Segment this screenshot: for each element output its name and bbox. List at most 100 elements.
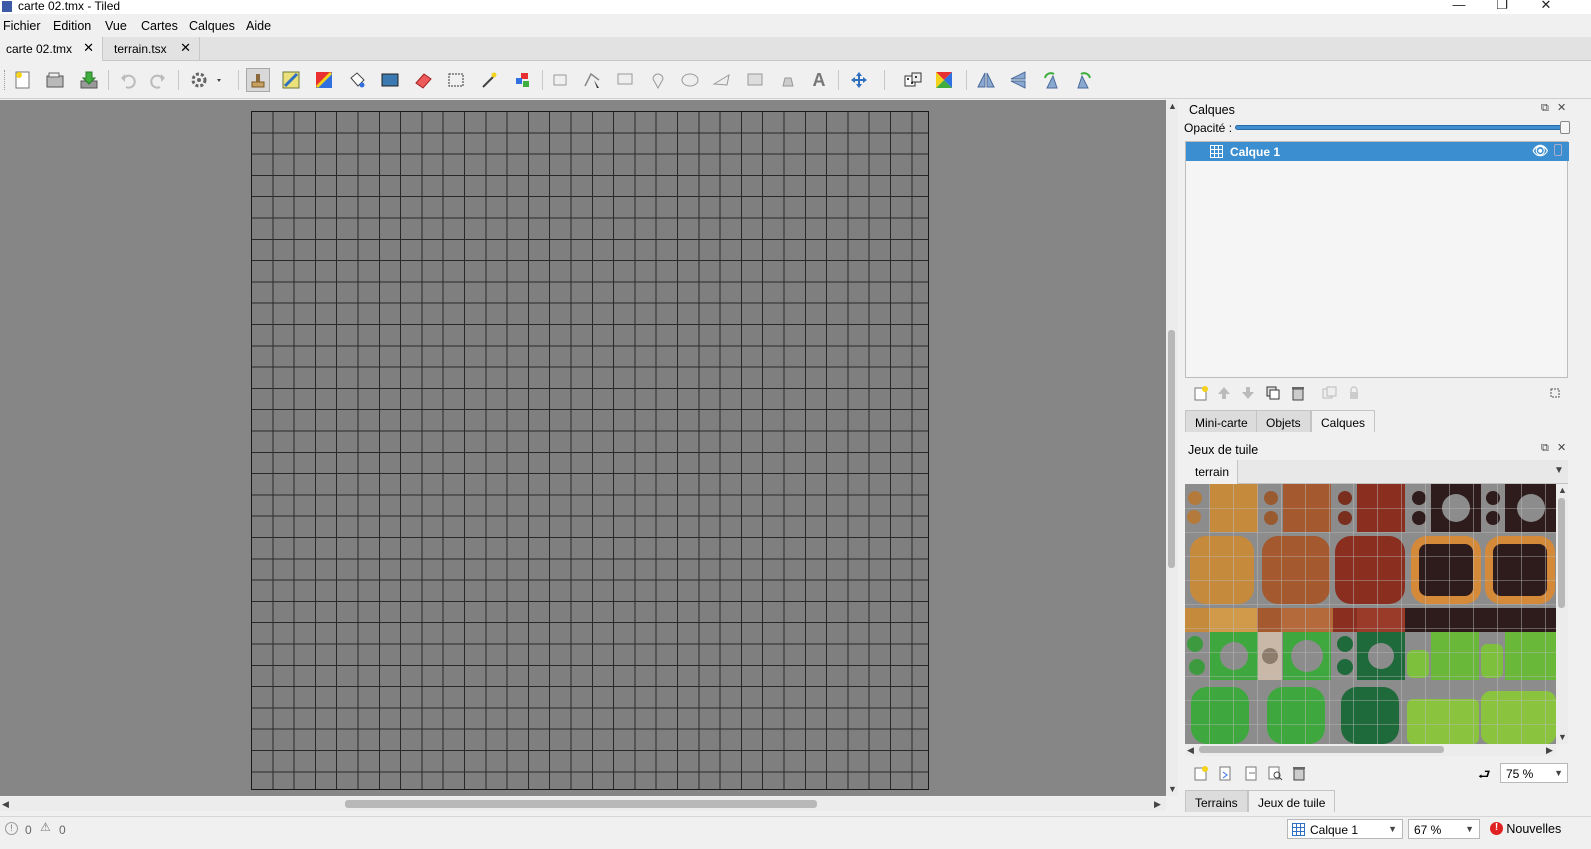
open-icon[interactable]: [43, 68, 67, 92]
minimize-button[interactable]: —: [1444, 0, 1474, 12]
error-icon[interactable]: !: [5, 822, 18, 835]
map-zoom-field[interactable]: 67 % ▼: [1408, 819, 1480, 839]
insert-polygon-icon[interactable]: [710, 68, 734, 92]
doc-tab-carte-02[interactable]: carte 02.tmx ✕: [0, 37, 103, 61]
rotate-left-icon[interactable]: [1039, 68, 1063, 92]
eraser-icon[interactable]: [411, 68, 435, 92]
news-button[interactable]: ! Nouvelles: [1490, 821, 1561, 836]
scroll-left-icon[interactable]: ◀: [2, 799, 9, 810]
select-objects-icon[interactable]: [548, 68, 572, 92]
layer-list[interactable]: Calque 1 👁: [1185, 141, 1569, 378]
menu-fichier[interactable]: Fichier: [3, 19, 41, 33]
map-horizontal-scrollbar[interactable]: ◀ ▶: [0, 797, 1166, 811]
toggle-other-layers-icon[interactable]: [1320, 384, 1338, 402]
export-tileset-icon[interactable]: [1242, 764, 1260, 782]
insert-ellipse-icon[interactable]: [678, 68, 702, 92]
terrain-tileset-image[interactable]: [1185, 484, 1556, 744]
dock-float-icon[interactable]: ⧉: [1541, 442, 1549, 455]
undo-icon[interactable]: [116, 68, 140, 92]
close-tab-icon[interactable]: ✕: [83, 40, 94, 56]
flip-horizontal-icon[interactable]: [974, 68, 998, 92]
wang-fill-mode-icon[interactable]: [932, 68, 956, 92]
scroll-right-icon[interactable]: ▶: [1154, 799, 1161, 810]
edit-tileset-icon[interactable]: [1266, 764, 1284, 782]
menu-vue[interactable]: Vue: [105, 19, 127, 33]
tab-terrains[interactable]: Terrains: [1185, 790, 1248, 812]
tab-mini-carte[interactable]: Mini-carte: [1185, 410, 1258, 432]
menu-edition[interactable]: Edition: [53, 19, 91, 33]
dock-close-icon[interactable]: ✕: [1557, 101, 1566, 114]
tileset-zoom-field[interactable]: 75 % ▼: [1500, 763, 1568, 783]
menu-aide[interactable]: Aide: [246, 19, 271, 33]
rect-select-icon[interactable]: [444, 68, 468, 92]
stamp-brush-icon[interactable]: [246, 68, 270, 92]
dock-close-icon[interactable]: ✕: [1557, 441, 1566, 454]
wang-brush-icon[interactable]: [312, 68, 336, 92]
close-button[interactable]: ✕: [1531, 0, 1561, 13]
map-grid[interactable]: [251, 111, 929, 790]
save-icon[interactable]: [77, 68, 101, 92]
tileset-vertical-scrollbar[interactable]: ▲ ▼: [1556, 484, 1568, 744]
embed-tileset-icon[interactable]: [1216, 764, 1234, 782]
tab-calques[interactable]: Calques: [1311, 410, 1376, 432]
tab-jeux-de-tuile[interactable]: Jeux de tuile: [1248, 790, 1336, 812]
lock-icon[interactable]: [1554, 144, 1562, 156]
commands-dropdown-icon[interactable]: [188, 68, 228, 92]
scrollbar-thumb[interactable]: [345, 800, 817, 808]
insert-rectangle-icon[interactable]: [613, 68, 637, 92]
tileset-horizontal-scrollbar[interactable]: ◀ ▶: [1185, 744, 1556, 756]
random-mode-icon[interactable]: [901, 68, 925, 92]
menu-cartes[interactable]: Cartes: [141, 19, 178, 33]
tileset-view[interactable]: [1185, 484, 1556, 744]
bucket-fill-icon[interactable]: [345, 68, 369, 92]
map-vertical-scrollbar[interactable]: ▲ ▼: [1166, 100, 1178, 796]
new-tileset-icon[interactable]: [1192, 764, 1210, 782]
layer-row-calque-1[interactable]: Calque 1 👁: [1186, 142, 1569, 161]
duplicate-layer-icon[interactable]: [1264, 384, 1282, 402]
dynamic-wrap-icon[interactable]: ⮐: [1478, 764, 1491, 788]
edit-polygons-icon[interactable]: [580, 68, 604, 92]
menu-calques[interactable]: Calques: [189, 19, 235, 33]
scroll-down-icon[interactable]: ▼: [1168, 784, 1177, 794]
shape-fill-icon[interactable]: [378, 68, 402, 92]
rotate-right-icon[interactable]: [1072, 68, 1096, 92]
lower-layer-icon[interactable]: [1239, 384, 1257, 402]
new-map-icon[interactable]: [11, 68, 35, 92]
doc-tab-terrain[interactable]: terrain.tsx ✕: [104, 37, 200, 61]
scroll-right-icon[interactable]: ▶: [1546, 745, 1553, 756]
tileset-menu-icon[interactable]: ▼: [1554, 465, 1564, 476]
tab-objets[interactable]: Objets: [1256, 410, 1311, 432]
warning-icon[interactable]: ⚠: [40, 820, 51, 834]
lock-layer-icon[interactable]: [1345, 384, 1363, 402]
tileset-tab-terrain[interactable]: terrain: [1185, 460, 1238, 484]
opacity-slider-handle[interactable]: [1560, 121, 1570, 134]
remove-tileset-icon[interactable]: [1290, 764, 1308, 782]
close-tab-icon[interactable]: ✕: [180, 40, 191, 56]
raise-layer-icon[interactable]: [1215, 384, 1233, 402]
terrain-brush-icon[interactable]: [279, 68, 303, 92]
toolbar-grip[interactable]: [4, 70, 7, 90]
scroll-up-icon[interactable]: ▲: [1558, 485, 1567, 495]
add-layer-icon[interactable]: [1192, 384, 1210, 402]
maximize-button[interactable]: ❐: [1487, 0, 1517, 13]
opacity-slider[interactable]: [1235, 125, 1565, 130]
insert-text-icon[interactable]: A: [807, 68, 831, 92]
map-canvas[interactable]: [0, 100, 1166, 796]
select-same-tile-icon[interactable]: [510, 68, 534, 92]
layer-panel-options-icon[interactable]: [1546, 384, 1564, 402]
insert-tile-icon[interactable]: [743, 68, 767, 92]
dock-float-icon[interactable]: ⧉: [1541, 102, 1549, 115]
scroll-down-icon[interactable]: ▼: [1558, 732, 1567, 742]
insert-template-icon[interactable]: [776, 68, 800, 92]
layer-offset-icon[interactable]: [847, 68, 871, 92]
delete-layer-icon[interactable]: [1289, 384, 1307, 402]
magic-wand-icon[interactable]: [477, 68, 501, 92]
eye-icon[interactable]: 👁: [1532, 143, 1549, 159]
flip-vertical-icon[interactable]: [1006, 68, 1030, 92]
scrollbar-thumb[interactable]: [1558, 498, 1565, 608]
scrollbar-thumb[interactable]: [1168, 330, 1175, 568]
scroll-left-icon[interactable]: ◀: [1187, 745, 1194, 756]
scrollbar-thumb[interactable]: [1199, 746, 1444, 753]
scroll-up-icon[interactable]: ▲: [1168, 101, 1177, 111]
redo-icon[interactable]: [146, 68, 170, 92]
